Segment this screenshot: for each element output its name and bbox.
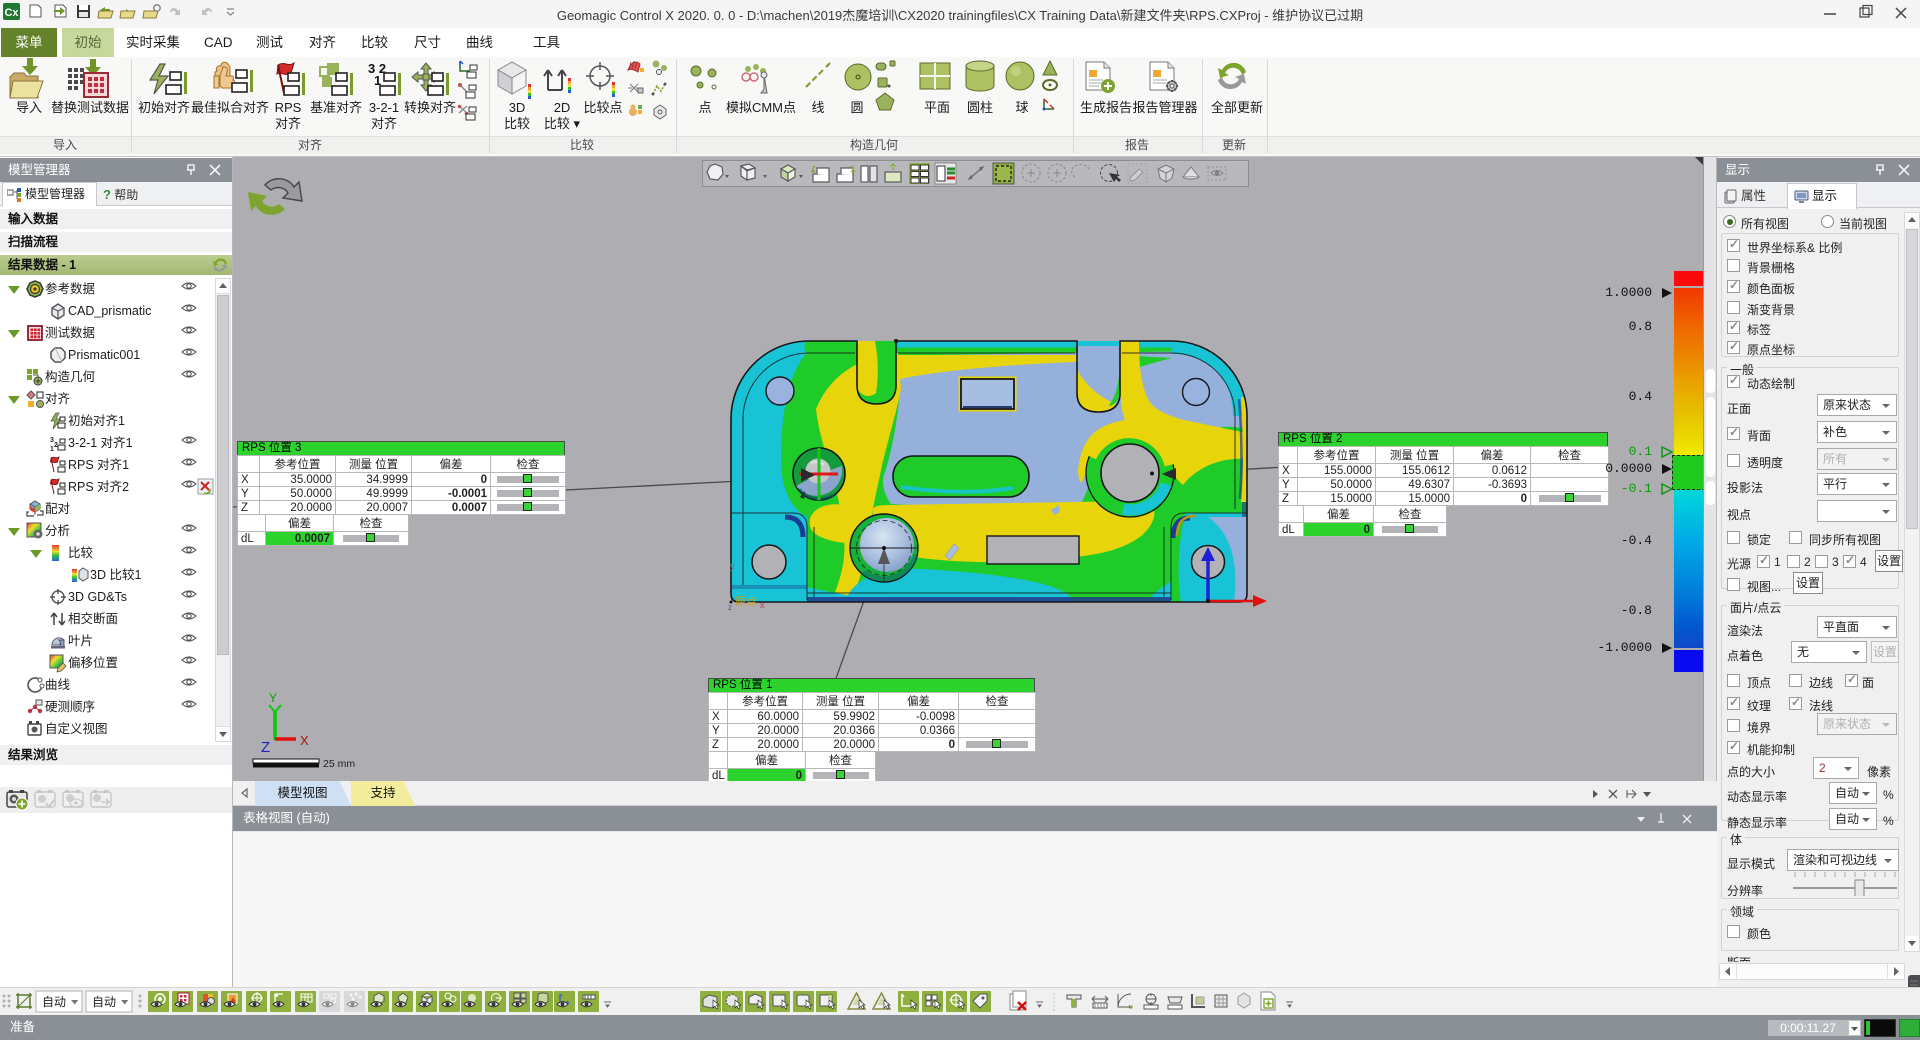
svg-text:3-2-1 对齐1: 3-2-1 对齐1	[68, 435, 133, 450]
svg-text:初始对齐1: 初始对齐1	[68, 413, 125, 428]
svg-text:Z: Z	[261, 739, 270, 756]
svg-text:叶片: 叶片	[68, 634, 93, 648]
svg-text:测试数据: 测试数据	[45, 325, 95, 340]
svg-text:硬测顺序: 硬测顺序	[45, 699, 95, 714]
svg-text:25 mm: 25 mm	[323, 758, 355, 770]
svg-text:y: y	[730, 561, 735, 572]
svg-text:2: 2	[54, 442, 58, 449]
svg-text:自定义视图: 自定义视图	[45, 721, 108, 736]
svg-text:自动: 自动	[92, 995, 116, 1009]
svg-text:1: 1	[50, 446, 54, 453]
svg-text:RPS 对齐1: RPS 对齐1	[68, 457, 129, 472]
svg-text:CAD_prismatic: CAD_prismatic	[68, 304, 151, 318]
svg-text:曲线: 曲线	[45, 678, 71, 692]
svg-text:X: X	[300, 733, 309, 748]
svg-text:相交断面: 相交断面	[68, 611, 118, 626]
svg-text:3D 比较1: 3D 比较1	[90, 567, 141, 582]
svg-text:原点: 原点	[735, 595, 757, 608]
svg-text:Prismatic001: Prismatic001	[68, 348, 140, 362]
svg-text:3D GD&Ts: 3D GD&Ts	[68, 590, 127, 604]
svg-text:自动: 自动	[42, 995, 66, 1009]
svg-text:Y: Y	[269, 692, 277, 705]
svg-text:参考数据: 参考数据	[45, 281, 95, 296]
svg-text:x: x	[760, 600, 765, 610]
svg-text:构造几何: 构造几何	[45, 369, 96, 384]
svg-text:比较: 比较	[68, 545, 94, 560]
svg-text:配对: 配对	[45, 502, 70, 516]
svg-text:RPS 对齐2: RPS 对齐2	[68, 479, 129, 494]
svg-text:z: z	[728, 603, 732, 612]
svg-text:偏移位置: 偏移位置	[68, 655, 118, 670]
svg-text:对齐: 对齐	[45, 391, 71, 406]
svg-text:分析: 分析	[45, 524, 70, 538]
